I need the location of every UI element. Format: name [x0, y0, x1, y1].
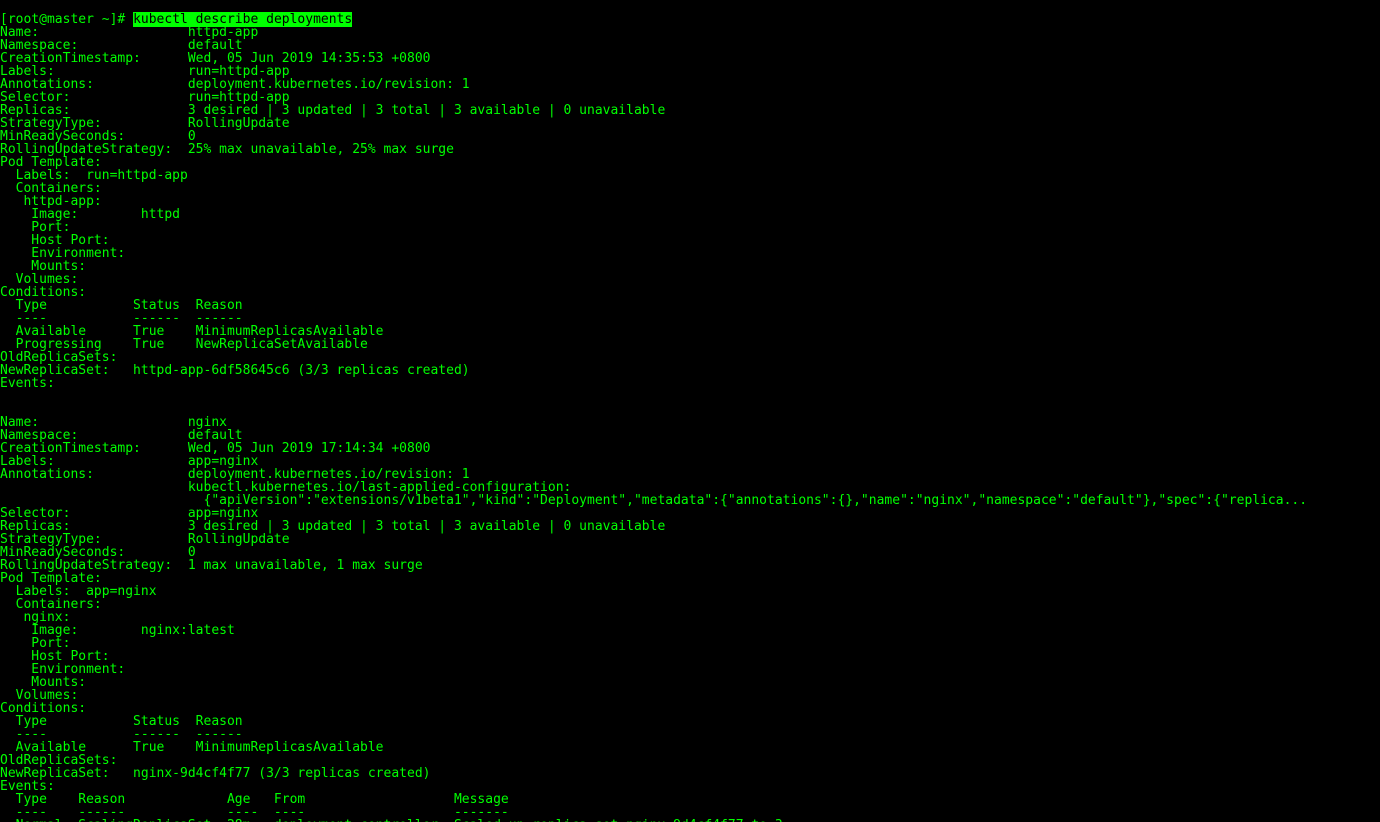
shell-command[interactable]: kubectl describe deployments	[133, 12, 352, 27]
shell-prompt[interactable]: [root@master ~]#	[0, 12, 133, 27]
terminal-output: [root@master ~]# kubectl describe deploy…	[0, 0, 1380, 822]
